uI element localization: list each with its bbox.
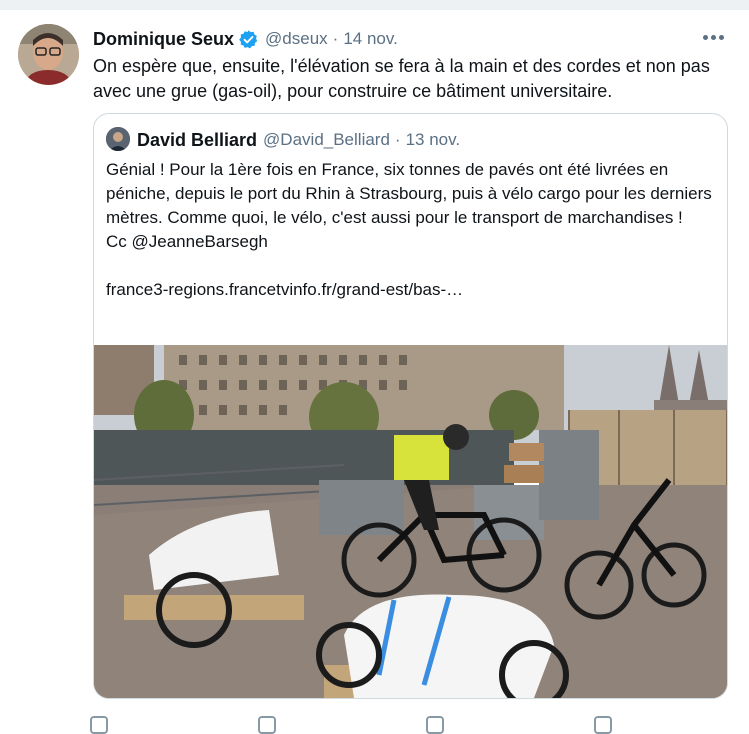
share-icon[interactable] xyxy=(594,716,612,734)
like-icon[interactable] xyxy=(426,716,444,734)
quoted-text: Génial ! Pour la 1ère fois en France, si… xyxy=(106,160,712,299)
quoted-handle[interactable]: @David_Belliard xyxy=(263,130,390,150)
quoted-date[interactable]: 13 nov. xyxy=(406,130,461,150)
quoted-author-name[interactable]: David Belliard xyxy=(137,130,257,151)
verified-badge-icon xyxy=(239,29,258,48)
tweet-date[interactable]: 14 nov. xyxy=(343,29,398,49)
more-options-icon[interactable] xyxy=(703,31,729,43)
quoted-tweet[interactable]: David Belliard @David_Belliard · 13 nov.… xyxy=(93,113,728,699)
quoted-avatar[interactable] xyxy=(106,127,130,151)
separator-dot: · xyxy=(332,29,339,48)
tweet-header: Dominique Seux @dseux · 14 nov. xyxy=(93,27,398,51)
tweet-text: On espère que, ensuite, l'élévation se f… xyxy=(93,56,710,101)
quoted-header: David Belliard @David_Belliard · 13 nov. xyxy=(137,128,460,152)
reply-icon[interactable] xyxy=(90,716,108,734)
retweet-icon[interactable] xyxy=(258,716,276,734)
top-divider xyxy=(0,0,749,10)
tweet[interactable]: Dominique Seux @dseux · 14 nov. On espèr… xyxy=(0,10,749,734)
tweet-photo[interactable] xyxy=(94,345,727,698)
avatar[interactable] xyxy=(18,24,79,85)
separator-dot: · xyxy=(394,130,401,149)
author-handle[interactable]: @dseux xyxy=(265,29,328,49)
author-name[interactable]: Dominique Seux xyxy=(93,29,234,50)
tweet-actions xyxy=(90,710,690,734)
